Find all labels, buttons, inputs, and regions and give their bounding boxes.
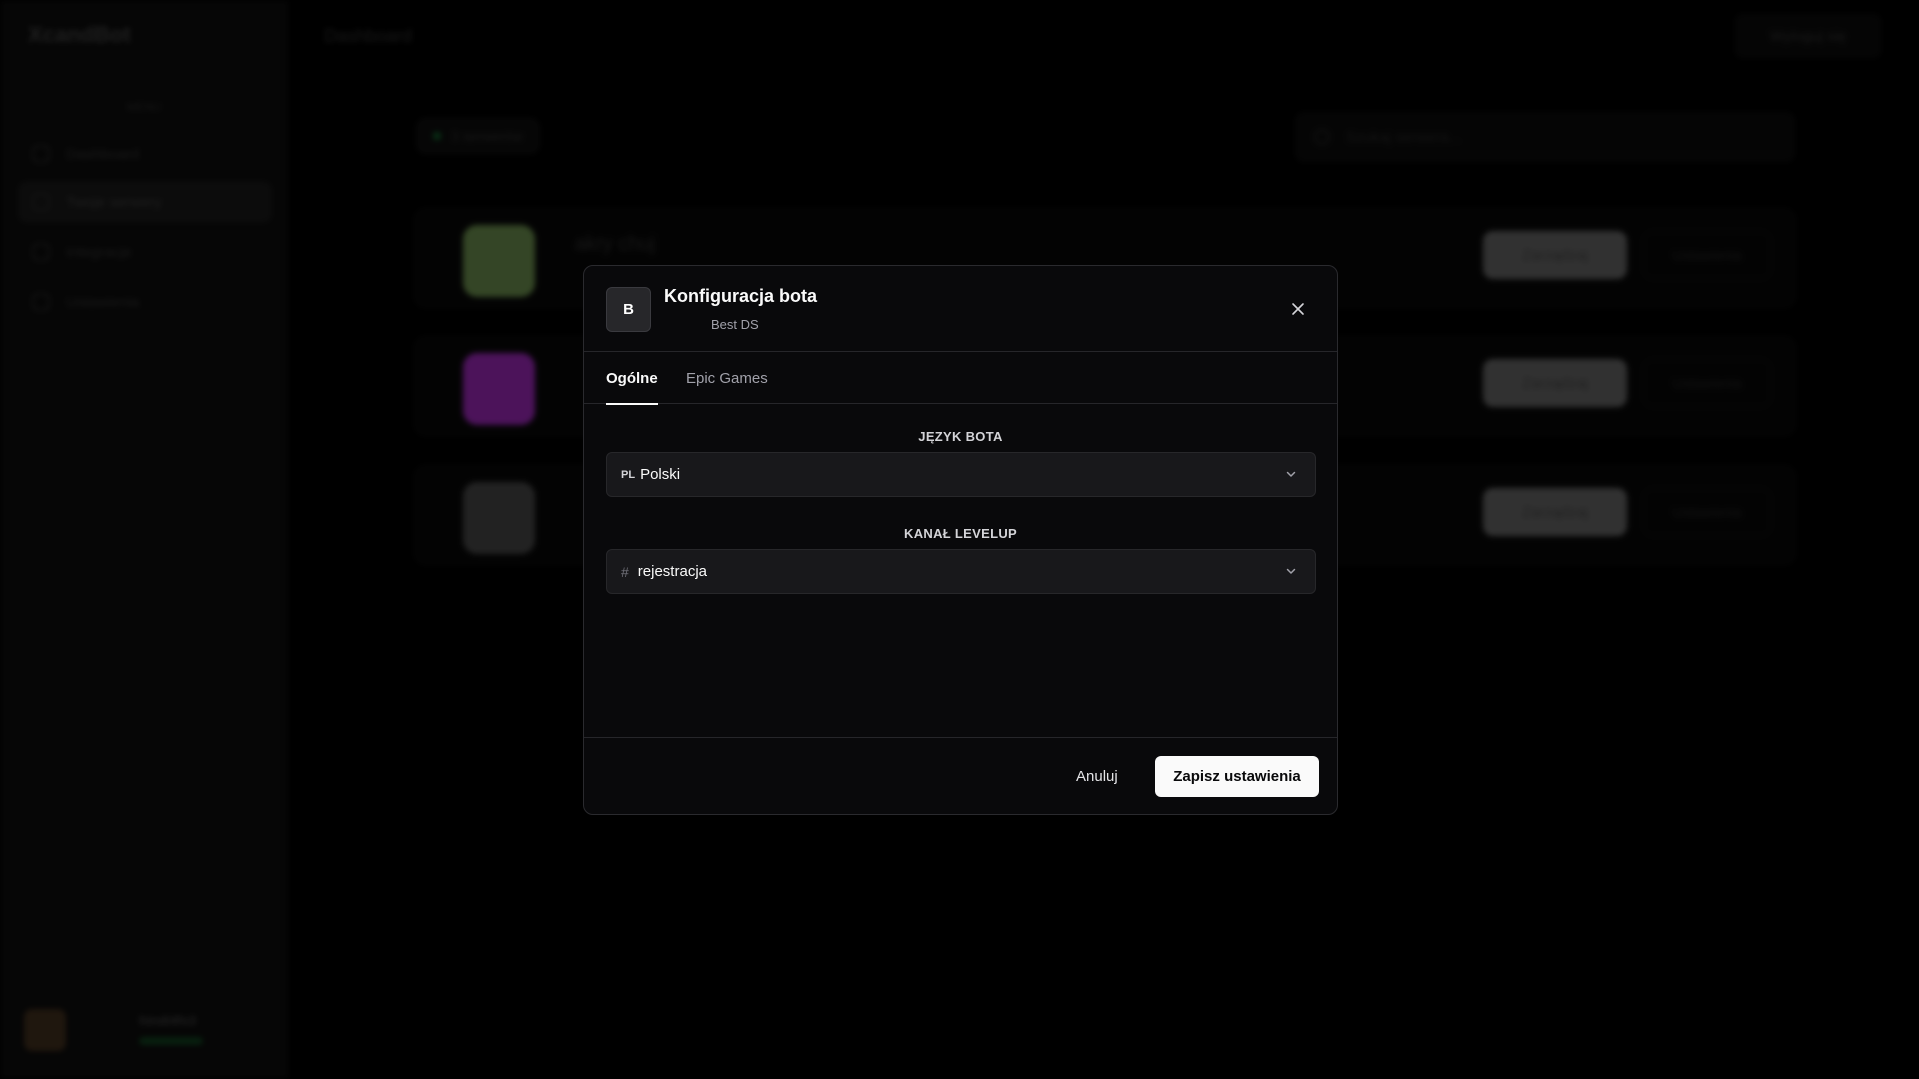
dialog-header: B Konfiguracja bota Best DS — [584, 266, 1337, 352]
tab-general[interactable]: Ogólne — [606, 352, 658, 405]
channel-value: rejestracja — [637, 563, 707, 580]
hash-icon: # — [621, 563, 629, 580]
chevron-down-icon — [1286, 568, 1296, 574]
dialog-subtitle: Best DS — [711, 317, 759, 332]
close-icon — [1292, 303, 1304, 315]
bot-avatar: B — [606, 287, 651, 332]
dialog-tabs: Ogólne Epic Games — [584, 352, 1337, 405]
bot-config-dialog: B Konfiguracja bota Best DS Ogólne Epic … — [583, 265, 1338, 815]
language-select[interactable]: PL Polski — [606, 452, 1316, 497]
levelup-channel-label: KANAŁ LEVELUP — [904, 526, 1017, 541]
language-value: Polski — [640, 466, 681, 483]
save-settings-button[interactable]: Zapisz ustawienia — [1155, 756, 1319, 797]
language-label: JĘZYK BOTA — [918, 429, 1003, 444]
dialog-footer: Anuluj Zapisz ustawienia — [584, 737, 1337, 814]
flag-icon: PL — [621, 468, 636, 481]
dialog-title: Konfiguracja bota — [664, 286, 818, 306]
close-button[interactable] — [1287, 298, 1309, 320]
chevron-down-icon — [1286, 471, 1296, 477]
levelup-channel-select[interactable]: # rejestracja — [606, 549, 1316, 594]
cancel-button[interactable]: Anuluj — [1064, 756, 1130, 796]
tab-epic-games[interactable]: Epic Games — [686, 352, 768, 404]
